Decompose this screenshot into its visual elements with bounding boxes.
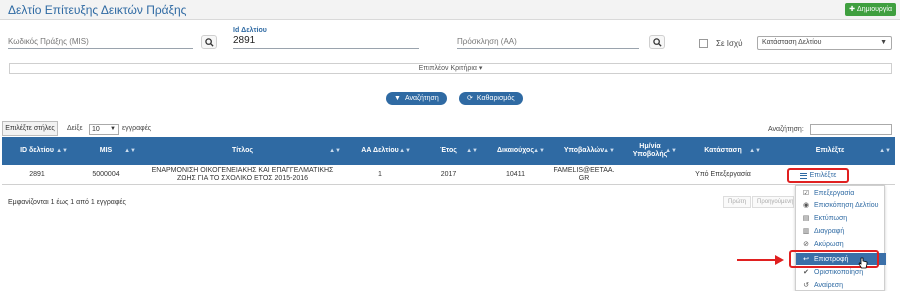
th-year[interactable]: Έτος ▲▼: [415, 137, 482, 165]
th-submit-date[interactable]: Ημ/νία Υποβολής ▲▼: [619, 137, 681, 165]
table-search-label: Αναζήτηση:: [768, 126, 804, 133]
sort-icon: ▲▼: [603, 148, 615, 154]
page-size-value: 10: [92, 126, 100, 133]
status-select-value: Κατάσταση Δελτίου: [762, 39, 822, 46]
search-icon: [204, 37, 214, 47]
eye-icon: ◉: [802, 202, 810, 209]
menu-item-preview[interactable]: ◉ Επισκόπηση Δελτίου: [796, 199, 886, 211]
sort-icon: ▲▼: [56, 148, 68, 154]
id-label: Id Δελτίου: [233, 27, 267, 34]
extra-criteria-toggle[interactable]: Επιπλέον Κριτήρια ▾: [9, 63, 892, 74]
menu-item-cancel[interactable]: ⊘ Ακύρωση: [796, 238, 886, 250]
prev-page-button[interactable]: Προηγούμενη: [752, 196, 794, 208]
sort-icon: ▲▼: [124, 148, 136, 154]
th-id[interactable]: ID δελτίου ▲▼: [2, 137, 72, 165]
filter-down-icon: ▼: [394, 95, 401, 102]
row-actions-button[interactable]: Επιλέξτε: [787, 168, 849, 183]
edit-check-icon: ☑: [802, 190, 810, 197]
th-beneficiary[interactable]: Δικαιούχος ▲▼: [482, 137, 549, 165]
sort-icon: ▲▼: [533, 148, 545, 154]
plus-icon: ✚: [849, 6, 856, 13]
id-input[interactable]: 2891: [233, 35, 419, 49]
th-title[interactable]: Τίτλος ▲▼: [140, 137, 345, 165]
mis-search-button[interactable]: [201, 35, 217, 49]
table-info: Εμφανίζονται 1 έως 1 από 1 εγγραφές: [8, 199, 126, 206]
row-actions-menu: ☑ Επεξεργασία ◉ Επισκόπηση Δελτίου ▤ Εκτύπω…: [795, 185, 886, 291]
call-search-button[interactable]: [649, 35, 665, 49]
ban-icon: ⊘: [803, 241, 809, 248]
cell-status: Υπό Επεξεργασία: [695, 171, 751, 178]
check-circle-icon: ✔: [803, 269, 809, 276]
annotation-arrow-shaft: [737, 259, 777, 261]
cell-year: 2017: [440, 171, 457, 178]
sort-icon: ▲▼: [749, 148, 761, 154]
cell-mis: 5000004: [92, 171, 120, 178]
page-header: Δελτίο Επίτευξης Δεικτών Πράξης ✚ Δημιου…: [0, 0, 900, 20]
create-button[interactable]: ✚ Δημιουργία: [845, 3, 896, 16]
table-search-input[interactable]: [810, 124, 892, 135]
sort-icon: ▲▼: [399, 148, 411, 154]
sort-icon: ▲▼: [329, 148, 341, 154]
search-button-label: Αναζήτηση: [404, 95, 439, 102]
first-page-button[interactable]: Πρώτη: [723, 196, 752, 208]
cell-submitter: FAMELIS@EETAA.GR: [553, 167, 615, 182]
menu-item-delete[interactable]: ▥ Διαγραφή: [796, 225, 886, 237]
page-size-select[interactable]: 10 ▼: [89, 124, 119, 135]
caret-down-icon: ▼: [110, 126, 116, 132]
th-submitter[interactable]: Υποβαλλών ▲▼: [549, 137, 619, 165]
menu-item-edit[interactable]: ☑ Επεξεργασία: [796, 187, 886, 199]
hand-cursor-icon: [858, 257, 868, 269]
th-actions[interactable]: Επιλέξτε ▲▼: [765, 137, 895, 165]
th-status[interactable]: Κατάσταση ▲▼: [681, 137, 765, 165]
menu-item-print[interactable]: ▤ Εκτύπωση: [796, 212, 886, 224]
clear-button[interactable]: ⟳ Καθαρισμός: [459, 92, 523, 105]
sort-icon: ▲▼: [466, 148, 478, 154]
extra-criteria-label: Επιπλέον Κριτήρια ▾: [418, 65, 483, 72]
cell-beneficiary: 10411: [506, 171, 525, 178]
row-actions-label: Επιλέξτε: [809, 172, 837, 179]
print-icon: ▤: [802, 215, 810, 222]
call-placeholder: Πρόσκληση (ΑΑ): [457, 37, 517, 46]
status-select[interactable]: Κατάσταση Δελτίου ▼: [757, 36, 892, 50]
choose-columns-button[interactable]: Επιλέξτε στήλες: [2, 121, 58, 136]
cell-title: ΕΝΑΡΜΟΝΙΣΗ ΟΙΚΟΓΕΝΕΙΑΚΗΣ ΚΑΙ ΕΠΑΓΓΕΛΜΑΤΙ…: [151, 167, 334, 182]
th-aa[interactable]: ΑΑ Δελτίου ▲▼: [345, 137, 415, 165]
trash-icon: ▥: [802, 228, 810, 235]
search-button[interactable]: ▼ Αναζήτηση: [386, 92, 447, 105]
in-force-label: Σε Ισχύ: [716, 39, 743, 48]
id-value: 2891: [233, 35, 256, 46]
page-title: Δελτίο Επίτευξης Δεικτών Πράξης: [8, 3, 187, 17]
table-row[interactable]: 2891 5000004 ΕΝΑΡΜΟΝΙΣΗ ΟΙΚΟΓΕΝΕΙΑΚΗΣ ΚΑ…: [2, 165, 895, 185]
menu-item-undo[interactable]: ↺ Αναίρεση: [796, 279, 886, 291]
mis-placeholder: Κωδικός Πράξης (MIS): [8, 37, 89, 46]
refresh-icon: ⟳: [467, 95, 473, 102]
sort-icon: ▲▼: [665, 148, 677, 154]
search-icon: [652, 37, 662, 47]
mis-input[interactable]: Κωδικός Πράξης (MIS): [8, 35, 193, 49]
list-icon: [799, 172, 807, 179]
show-label: Δείξε: [67, 125, 83, 132]
sort-icon: ▲▼: [879, 148, 891, 154]
cell-id: 2891: [29, 171, 45, 178]
table-header: ID δελτίου ▲▼ MIS ▲▼ Τίτλος ▲▼ ΑΑ Δελτίου ▲▼…: [2, 137, 895, 165]
records-label: εγγραφές: [122, 125, 152, 132]
cell-aa: 1: [378, 171, 382, 178]
cell-submit-date: [619, 165, 681, 185]
in-force-checkbox[interactable]: [699, 39, 708, 48]
call-input[interactable]: Πρόσκληση (ΑΑ): [457, 35, 639, 49]
annotation-arrow-head: [775, 255, 784, 265]
undo-icon: ↺: [803, 282, 809, 289]
caret-down-icon: ▼: [880, 39, 887, 46]
th-mis[interactable]: MIS ▲▼: [72, 137, 140, 165]
create-button-label: Δημιουργία: [857, 6, 892, 13]
clear-button-label: Καθαρισμός: [476, 95, 515, 102]
